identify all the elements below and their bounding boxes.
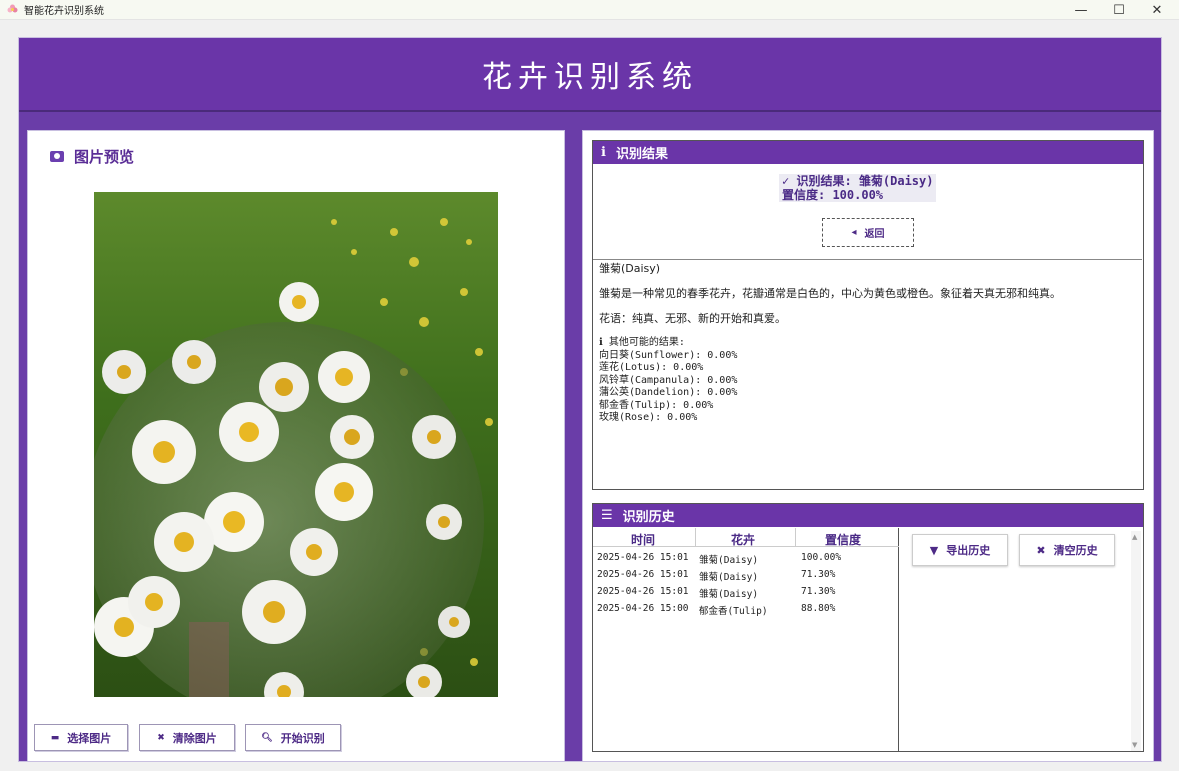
info-icon: ℹ (601, 145, 606, 160)
cell-confidence: 88.80% (801, 603, 836, 614)
alt-item: 蒲公英(Dandelion): 0.00% (599, 387, 738, 398)
daisy-photo (94, 192, 498, 697)
result-summary: ✓ 识别结果: 雏菊(Daisy) 置信度: 100.00% (779, 174, 937, 202)
start-recognition-label: 开始识别 (280, 731, 325, 745)
detail-name: 雏菊(Daisy) (599, 262, 661, 275)
alt-item: 向日葵(Sunflower): 0.00% (599, 349, 738, 361)
clear-history-label: 清空历史 (1053, 544, 1098, 557)
table-row[interactable]: 2025-04-26 15:00 郁金香(Tulip) 88.80% (597, 603, 897, 619)
scroll-up-icon[interactable]: ▲ (1132, 533, 1137, 541)
list-icon: ☰ (601, 508, 613, 523)
minimize-button[interactable]: — (1062, 0, 1100, 20)
result-box: ℹ 识别结果 ✓ 识别结果: 雏菊(Daisy) 置信度: 100.00% ◂ … (592, 140, 1144, 490)
detail-desc: 雏菊是一种常见的春季花卉，花瓣通常是白色的，中心为黄色或橙色。象征着天真无邪和纯… (599, 287, 1061, 300)
clear-image-label: 清除图片 (172, 731, 217, 745)
back-label: 返回 (864, 229, 885, 240)
select-image-button[interactable]: ▬ 选择图片 (34, 724, 128, 751)
x-icon: ✖ (1036, 543, 1046, 557)
back-button[interactable]: ◂ 返回 (822, 218, 914, 247)
window-title: 智能花卉识别系统 (24, 6, 104, 17)
cell-time: 2025-04-26 15:00 (597, 603, 689, 614)
x-icon: ✖ (157, 732, 165, 743)
table-row[interactable]: 2025-04-26 15:01 雏菊(Daisy) 71.30% (597, 586, 897, 602)
result-header: ℹ 识别结果 (593, 141, 1143, 164)
export-history-label: 导出历史 (946, 544, 991, 557)
history-header: ☰ 识别历史 (593, 504, 1143, 527)
history-title: 识别历史 (622, 510, 675, 525)
search-icon: 🔍︎ (261, 732, 273, 743)
alt-item: 玫瑰(Rose): 0.00% (599, 412, 698, 423)
cell-flower: 雏菊(Daisy) (699, 555, 759, 566)
cell-time: 2025-04-26 15:01 (597, 569, 689, 580)
start-recognition-button[interactable]: 🔍︎ 开始识别 (245, 724, 341, 751)
clear-image-button[interactable]: ✖ 清除图片 (139, 724, 235, 751)
table-row[interactable]: 2025-04-26 15:01 雏菊(Daisy) 71.30% (597, 569, 897, 585)
scroll-down-icon[interactable]: ▼ (1132, 741, 1137, 749)
select-image-label: 选择图片 (67, 731, 112, 745)
flower-app-icon (7, 4, 18, 13)
cell-flower: 郁金香(Tulip) (699, 606, 768, 617)
clear-history-button[interactable]: ✖ 清空历史 (1019, 534, 1115, 566)
history-scrollbar[interactable]: ▲ ▼ (1131, 531, 1141, 751)
close-button[interactable]: ✕ (1138, 0, 1176, 20)
column-divider (695, 528, 696, 546)
cell-confidence: 71.30% (801, 569, 836, 580)
cell-confidence: 71.30% (801, 586, 836, 597)
cell-time: 2025-04-26 15:01 (597, 552, 689, 563)
alternatives-heading: ℹ 其他可能的结果: (599, 337, 1136, 350)
cell-time: 2025-04-26 15:01 (597, 586, 689, 597)
detail-language: 花语：纯真、无邪、新的开始和真爱。 (599, 312, 786, 325)
window-titlebar: 智能花卉识别系统 — ☐ ✕ (0, 0, 1179, 20)
main-frame: 花卉识别系统 图片预览 ▬ 选择图片 ✖ 清除图片 🔍︎ 开始识别 ℹ 识别结果… (18, 37, 1162, 762)
cell-confidence: 100.00% (801, 552, 842, 563)
cell-flower: 雏菊(Daisy) (699, 572, 759, 583)
app-title: 花卉识别系统 (482, 60, 698, 95)
preview-title: 图片预览 (50, 146, 134, 167)
result-detail: 雏菊(Daisy) 雏菊是一种常见的春季花卉，花瓣通常是白色的，中心为黄色或橙色… (593, 259, 1142, 488)
back-arrow-icon: ◂ (851, 227, 857, 238)
alt-item: 莲花(Lotus): 0.00% (599, 362, 704, 373)
export-history-button[interactable]: ▼ 导出历史 (912, 534, 1008, 566)
history-table: 时间 花卉 置信度 2025-04-26 15:01 雏菊(Daisy) 100… (593, 528, 899, 752)
preview-panel: 图片预览 ▬ 选择图片 ✖ 清除图片 🔍︎ 开始识别 (27, 130, 565, 762)
result-summary-line1: ✓ 识别结果: 雏菊(Daisy) (782, 174, 934, 188)
camera-icon (50, 151, 64, 162)
app-header: 花卉识别系统 (19, 38, 1161, 112)
preview-title-label: 图片预览 (74, 148, 135, 166)
cell-flower: 雏菊(Daisy) (699, 589, 759, 600)
right-panel: ℹ 识别结果 ✓ 识别结果: 雏菊(Daisy) 置信度: 100.00% ◂ … (582, 130, 1154, 762)
column-divider (795, 528, 796, 546)
alternatives-title: 其他可能的结果: (608, 337, 685, 348)
triangle-down-icon: ▼ (929, 543, 939, 557)
alt-item: 风铃草(Campanula): 0.00% (599, 374, 738, 386)
alt-item: 郁金香(Tulip): 0.00% (599, 399, 714, 411)
table-row[interactable]: 2025-04-26 15:01 雏菊(Daisy) 100.00% (597, 552, 897, 568)
folder-icon: ▬ (50, 732, 60, 743)
result-summary-line2: 置信度: 100.00% (782, 188, 884, 202)
info-icon: ℹ (599, 337, 609, 348)
header-divider (593, 546, 899, 547)
result-title: 识别结果 (615, 147, 668, 162)
alternatives-list: ℹ 其他可能的结果: 向日葵(Sunflower): 0.00% 莲花(Lotu… (599, 337, 1136, 425)
flower-image (94, 192, 498, 697)
maximize-button[interactable]: ☐ (1100, 0, 1138, 20)
history-box: ☰ 识别历史 时间 花卉 置信度 2025-04-26 15:01 雏菊(Dai… (592, 503, 1144, 752)
